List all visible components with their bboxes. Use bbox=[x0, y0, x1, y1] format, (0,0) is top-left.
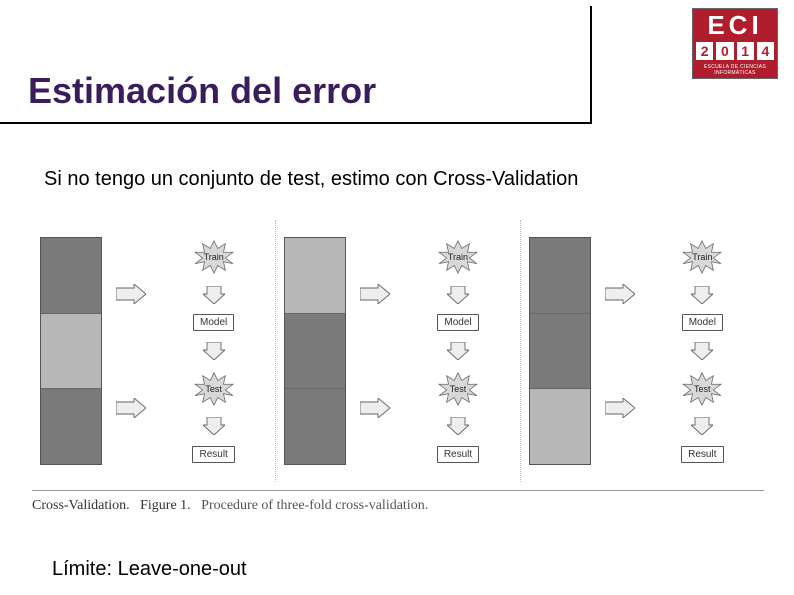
slide-title: Estimación del error bbox=[28, 70, 376, 112]
fold-stack bbox=[529, 237, 591, 465]
fold-segment-train bbox=[530, 314, 590, 390]
logo-year-digit: 4 bbox=[757, 42, 774, 60]
down-arrow-icon bbox=[691, 342, 713, 360]
logo-caption: ESCUELA DE CIENCIAS INFORMÁTICAS bbox=[693, 63, 777, 78]
logo-year-digit: 2 bbox=[696, 42, 713, 60]
model-box: Model bbox=[437, 314, 478, 331]
fold-stack bbox=[284, 237, 346, 465]
fold-segment-test bbox=[41, 314, 101, 390]
slide-subtitle: Si no tengo un conjunto de test, estimo … bbox=[44, 168, 578, 191]
fold-panel: Train Model Test Result bbox=[521, 220, 764, 482]
footer-note: Límite: Leave-one-out bbox=[52, 558, 247, 581]
test-burst: Test bbox=[680, 371, 724, 407]
figure-caption: Cross-Validation. Figure 1. Procedure of… bbox=[32, 498, 428, 514]
down-arrow-icon bbox=[203, 342, 225, 360]
train-burst: Train bbox=[192, 239, 236, 275]
test-burst: Test bbox=[436, 371, 480, 407]
fold-segment-train bbox=[530, 238, 590, 314]
down-arrow-icon bbox=[691, 417, 713, 435]
result-box: Result bbox=[192, 446, 234, 463]
arrow-to-train bbox=[605, 284, 635, 304]
fold-panel: Train Model Test Result bbox=[32, 220, 276, 482]
down-arrow-icon bbox=[691, 286, 713, 304]
logo-year-digit: 0 bbox=[716, 42, 733, 60]
arrow-to-test bbox=[116, 398, 146, 418]
arrow-column bbox=[116, 237, 146, 465]
arrow-to-test bbox=[605, 398, 635, 418]
eci-logo: ECI 2 0 1 4 ESCUELA DE CIENCIAS INFORMÁT… bbox=[692, 8, 778, 79]
flow-column: Train Model Test Result bbox=[160, 237, 267, 465]
train-burst: Train bbox=[680, 239, 724, 275]
caption-lead: Cross-Validation. bbox=[32, 498, 130, 513]
result-box: Result bbox=[681, 446, 723, 463]
arrow-to-train bbox=[116, 284, 146, 304]
result-box: Result bbox=[437, 446, 479, 463]
fold-segment-test bbox=[285, 238, 345, 314]
down-arrow-icon bbox=[447, 417, 469, 435]
fold-segment-test bbox=[530, 389, 590, 464]
model-box: Model bbox=[193, 314, 234, 331]
down-arrow-icon bbox=[447, 286, 469, 304]
caption-text: Procedure of three-fold cross-validation… bbox=[201, 498, 428, 513]
arrow-to-test bbox=[360, 398, 390, 418]
fold-panel: Train Model Test Result bbox=[276, 220, 520, 482]
title-vertical-rule bbox=[590, 6, 592, 124]
arrow-column bbox=[360, 237, 390, 465]
test-burst: Test bbox=[192, 371, 236, 407]
fold-segment-train bbox=[41, 389, 101, 464]
down-arrow-icon bbox=[203, 417, 225, 435]
arrow-column bbox=[605, 237, 635, 465]
flow-column: Train Model Test Result bbox=[404, 237, 511, 465]
title-underline bbox=[0, 122, 590, 124]
fold-segment-train bbox=[285, 389, 345, 464]
cross-validation-diagram: Train Model Test Result Train Model Test bbox=[32, 220, 764, 482]
down-arrow-icon bbox=[447, 342, 469, 360]
logo-acronym: ECI bbox=[693, 9, 777, 40]
caption-rule bbox=[32, 490, 764, 491]
logo-year: 2 0 1 4 bbox=[693, 40, 777, 63]
fold-segment-train bbox=[285, 314, 345, 390]
caption-fig: Figure 1. bbox=[140, 498, 191, 513]
model-box: Model bbox=[682, 314, 723, 331]
logo-year-digit: 1 bbox=[737, 42, 754, 60]
train-burst: Train bbox=[436, 239, 480, 275]
down-arrow-icon bbox=[203, 286, 225, 304]
arrow-to-train bbox=[360, 284, 390, 304]
fold-stack bbox=[40, 237, 102, 465]
fold-segment-train bbox=[41, 238, 101, 314]
flow-column: Train Model Test Result bbox=[649, 237, 756, 465]
